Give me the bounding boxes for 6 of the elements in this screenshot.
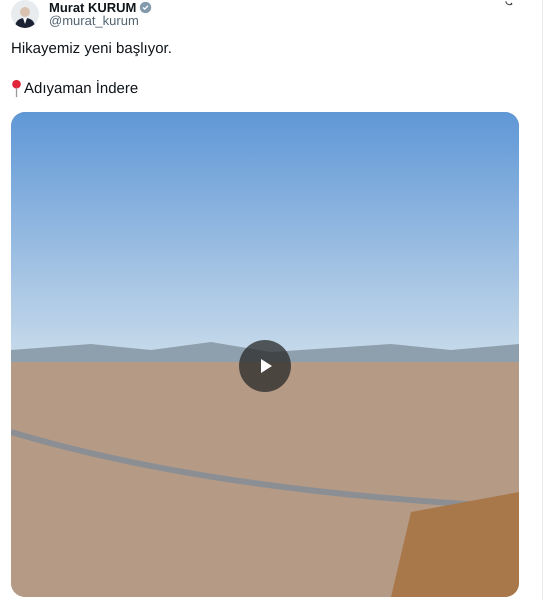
pin-icon: [11, 79, 22, 98]
post-text: Hikayemiz yeni başlıyor.: [11, 40, 173, 57]
location-text: Adıyaman İndere: [24, 80, 138, 97]
author-name[interactable]: Murat KURUM: [49, 1, 136, 14]
author-handle[interactable]: @murat_kurum: [49, 14, 495, 27]
avatar-silhouette[interactable]: [11, 0, 39, 28]
